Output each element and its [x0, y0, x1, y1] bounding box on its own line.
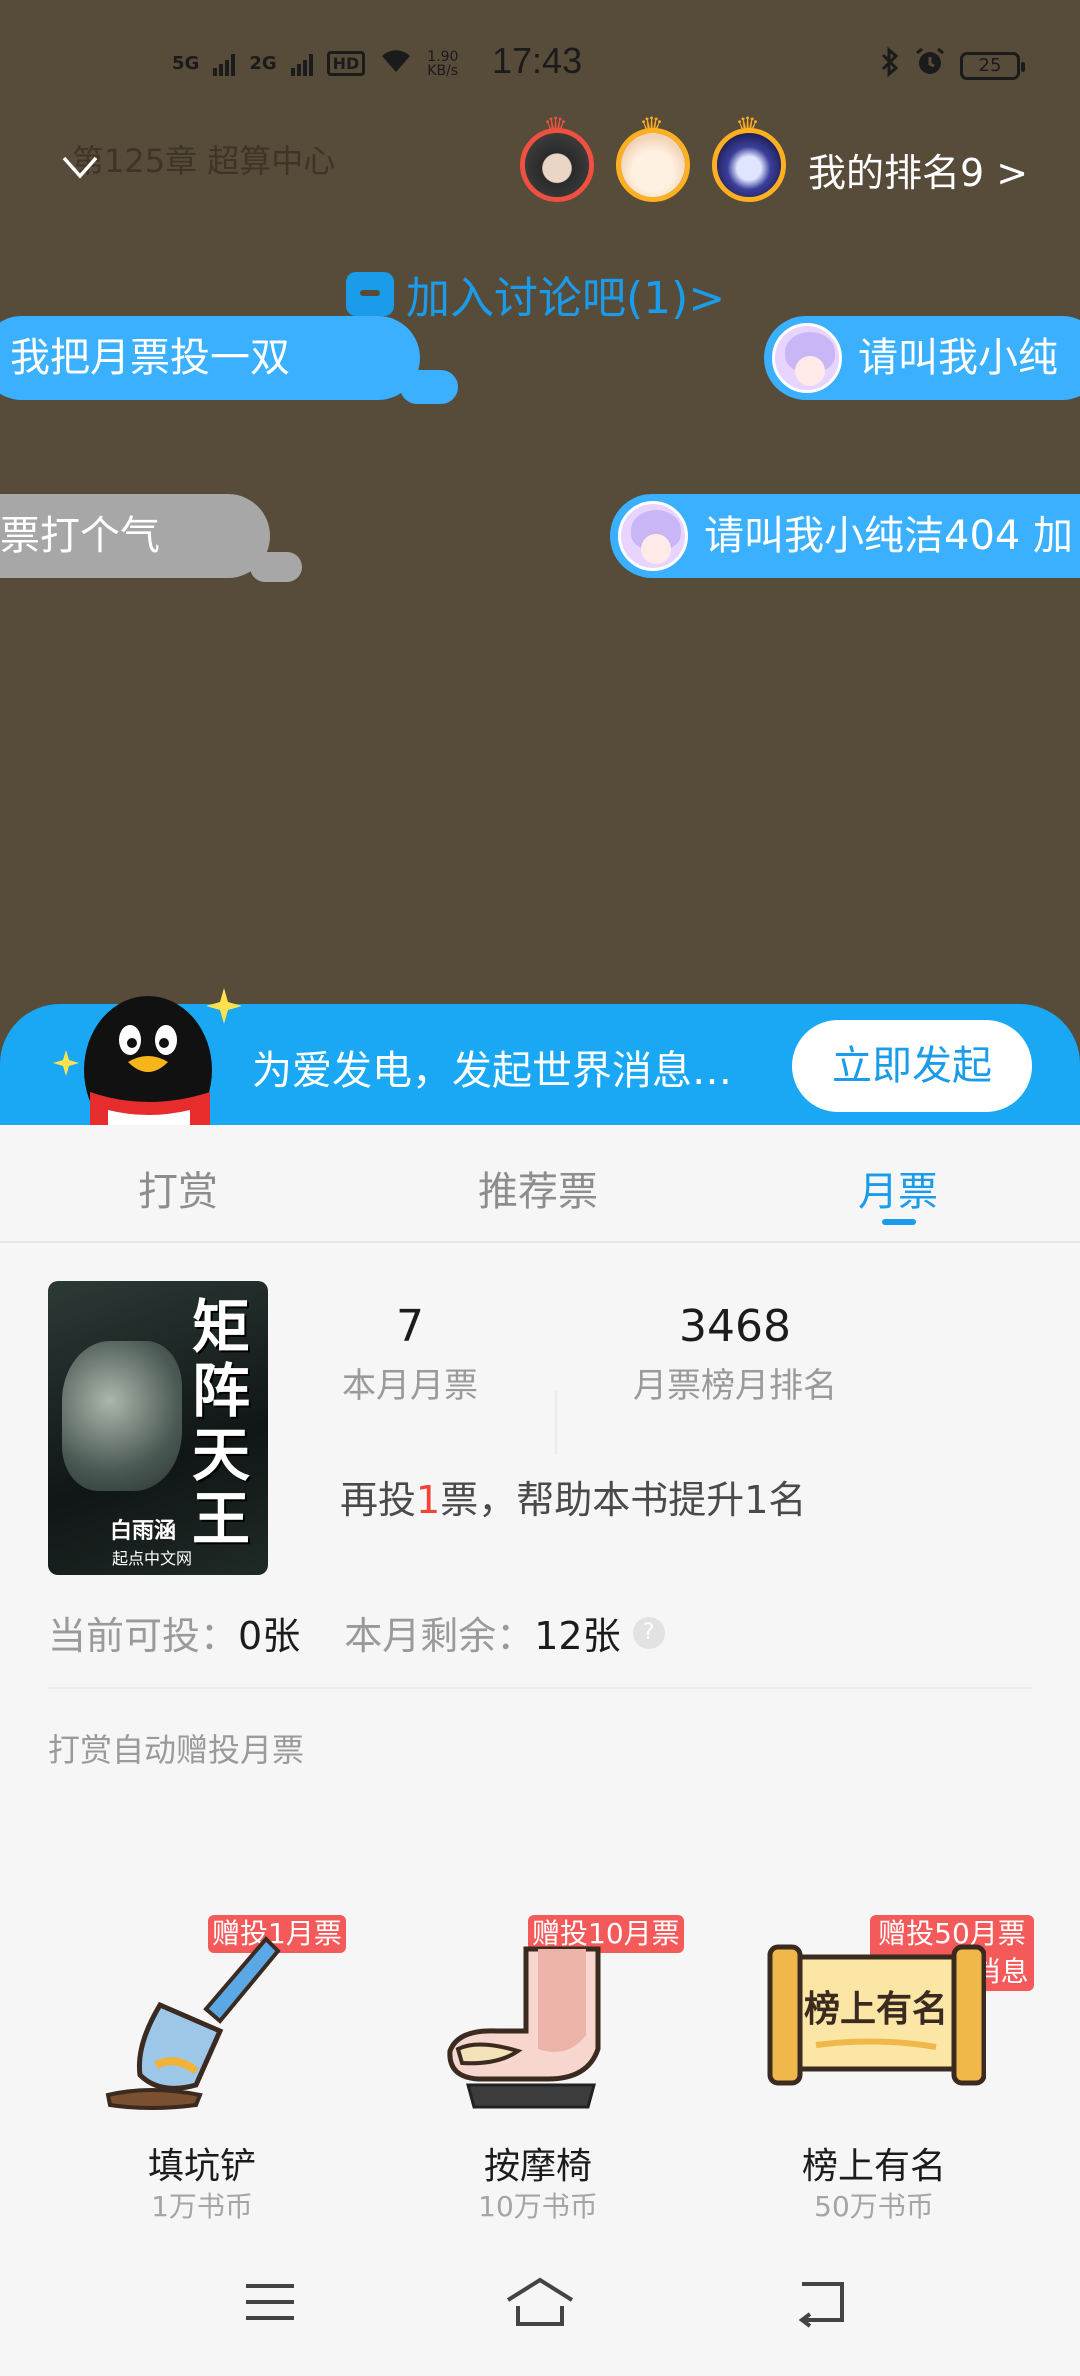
- monthly-rank-stat: 3468 月票榜月排名: [610, 1301, 860, 1407]
- danmaku-text: 票打个气: [0, 513, 160, 559]
- user-avatar: [772, 323, 842, 393]
- gift-price: 1万书币: [151, 2190, 253, 2223]
- gift-name: 榜上有名: [801, 2146, 946, 2187]
- danmaku-text: 请叫我小纯: [858, 335, 1058, 381]
- voting-sheet: 打赏 推荐票 月票 矩阵天王 白雨涵 起点中文网 7 本月月票 3468 月票榜…: [0, 1125, 1080, 2376]
- auto-vote-label: 打赏自动赠投月票: [48, 1731, 305, 1769]
- gift-name: 填坑铲: [147, 2146, 256, 2187]
- gift-name: 按摩椅: [483, 2146, 592, 2187]
- status-time: 17:43: [492, 40, 583, 81]
- monthly-rank-label: 月票榜月排名: [633, 1366, 837, 1406]
- gift-price: 10万书币: [478, 2190, 598, 2223]
- speed-unit: KB/s: [427, 62, 459, 79]
- monthly-rank-value: 3468: [679, 1301, 791, 1352]
- top-supporters[interactable]: ♛ ♛ ♛: [520, 111, 786, 202]
- alarm-icon: [914, 46, 946, 85]
- cover-author: 白雨涵: [110, 1519, 177, 1544]
- status-right: 25: [880, 46, 1025, 85]
- stat-divider: [555, 1391, 557, 1455]
- remaining-quota-value: 12张: [534, 1614, 621, 1658]
- help-icon[interactable]: ?: [632, 1616, 665, 1649]
- join-discussion-link[interactable]: 加入讨论吧(1)>: [346, 262, 725, 326]
- chat-bubble-icon: [346, 272, 394, 316]
- collapse-chevron-icon[interactable]: [60, 146, 100, 186]
- vote-tabs: 打赏 推荐票 月票: [0, 1125, 1080, 1243]
- signal-icon: [213, 52, 236, 76]
- tab-monthly-ticket[interactable]: 月票: [858, 1159, 938, 1217]
- cover-title: 矩阵天王: [192, 1293, 251, 1553]
- home-icon[interactable]: [504, 2274, 576, 2330]
- vote-quota: 当前可投： 0张 本月剩余： 12张 ?: [48, 1605, 665, 1660]
- penguin-mascot-icon: [50, 980, 250, 1144]
- gift-item-massage-chair[interactable]: 赠投10月票 按摩椅 10万书币: [388, 1915, 688, 2223]
- danmaku-text: 请叫我小纯洁404 加: [704, 513, 1074, 559]
- book-cover: 矩阵天王 白雨涵 起点中文网: [48, 1281, 268, 1575]
- wifi-icon: [379, 46, 413, 81]
- my-rank-link[interactable]: 我的排名9 >: [808, 142, 1028, 197]
- gift-item-on-the-list[interactable]: 赠投50月票 +1世界消息 榜上有名 榜上有名 50万书币: [724, 1915, 1034, 2223]
- cloud-decoration: [250, 552, 302, 582]
- cover-publisher: 起点中文网: [112, 1549, 193, 1568]
- plaque-text: 榜上有名: [804, 1989, 948, 2030]
- bluetooth-icon: [880, 46, 900, 84]
- monthly-votes-label: 本月月票: [342, 1366, 478, 1406]
- network-5g-label: 5G: [172, 53, 200, 74]
- active-tab-indicator: [882, 1219, 916, 1225]
- back-icon[interactable]: [792, 2274, 852, 2330]
- network-2g-label: 2G: [249, 53, 277, 74]
- tab-reward[interactable]: 打赏: [138, 1159, 218, 1217]
- gift-item-shovel[interactable]: 赠投1月票 填坑铲 1万书币: [52, 1915, 352, 2223]
- status-bar: 5G 2G HD 1.90 KB/s 17:43 25: [0, 40, 1080, 90]
- cloud-decoration: [170, 520, 232, 576]
- danmaku-bubble[interactable]: 请叫我小纯: [764, 316, 1080, 400]
- massage-chair-icon: [447, 1946, 601, 2109]
- join-discussion-label: 加入讨论吧(1)>: [406, 273, 726, 324]
- chapter-row: 第125章 超算中心 ♛ ♛ ♛ 我的排名9 >: [0, 111, 1080, 208]
- cloud-decoration: [400, 370, 458, 404]
- supporter-avatar-1[interactable]: ♛: [520, 111, 594, 202]
- danmaku-bubble[interactable]: 请叫我小纯洁404 加: [610, 494, 1080, 578]
- vote-hint: 再投1票，帮助本书提升1名: [340, 1469, 806, 1524]
- signal-icon-2: [290, 52, 313, 76]
- hint-prefix: 再投: [340, 1478, 417, 1522]
- danmaku-text: 我把月票投一双: [10, 335, 290, 381]
- monthly-votes-stat: 7 本月月票: [320, 1301, 500, 1407]
- reader-overlay[interactable]: 5G 2G HD 1.90 KB/s 17:43 25 第125章 超算中心 ♛…: [0, 0, 1080, 1125]
- network-speed: 1.90 KB/s: [427, 50, 458, 78]
- gift-price: 50万书币: [814, 2190, 934, 2223]
- hd-icon: HD: [326, 51, 366, 76]
- user-avatar: [618, 501, 688, 571]
- status-left: 5G 2G HD 1.90 KB/s: [172, 46, 458, 81]
- scroll-plaque-icon: 榜上有名: [767, 1944, 986, 2086]
- hint-suffix: 票，帮助本书提升1名: [440, 1478, 807, 1522]
- cloud-decoration: [320, 336, 410, 388]
- supporter-avatar-3[interactable]: ♛: [712, 111, 786, 202]
- hint-count: 1: [416, 1478, 441, 1522]
- divider: [48, 1687, 1032, 1689]
- current-quota-value: 0张: [238, 1614, 301, 1658]
- current-quota-label: 当前可投：: [48, 1614, 239, 1658]
- launch-now-button[interactable]: 立即发起: [792, 1020, 1032, 1112]
- supporter-avatar-2[interactable]: ♛: [616, 111, 690, 202]
- shovel-icon: [105, 1936, 281, 2110]
- system-navigation-bar: [0, 2230, 1080, 2376]
- menu-icon[interactable]: [240, 2274, 300, 2330]
- monthly-votes-value: 7: [396, 1301, 424, 1352]
- remaining-quota-label: 本月剩余：: [344, 1614, 535, 1658]
- chapter-title: 第125章 超算中心: [72, 142, 336, 180]
- battery-icon: 25: [960, 51, 1025, 80]
- banner-text: 为爱发电，发起世界消息…: [252, 1048, 732, 1094]
- tab-recommend-ticket[interactable]: 推荐票: [478, 1159, 598, 1217]
- cover-artwork: [62, 1341, 182, 1491]
